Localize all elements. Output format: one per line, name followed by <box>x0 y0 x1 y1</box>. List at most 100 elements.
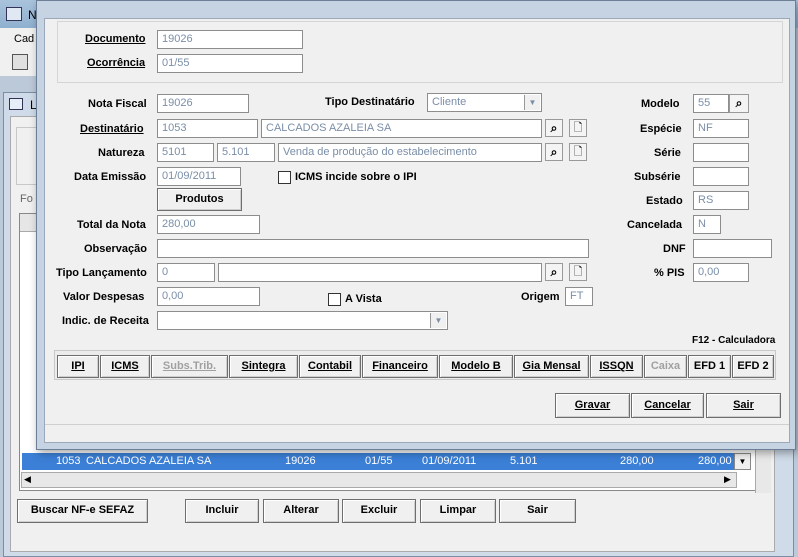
indic-receita-select[interactable]: ▼ <box>157 311 448 330</box>
chevron-down-icon[interactable]: ▼ <box>430 313 446 328</box>
toolbar-icon[interactable] <box>12 54 28 70</box>
tipo-lancamento-new-button[interactable]: 🗋 <box>569 263 587 281</box>
natureza-search-button[interactable]: ⌕ <box>545 143 563 161</box>
grid-selected-row[interactable]: 1053 CALCADOS AZALEIA SA 19026 01/55 01/… <box>22 453 734 470</box>
binoculars-icon: ⌕ <box>735 96 743 110</box>
tipo-destinatario-label: Tipo Destinatário <box>325 96 415 108</box>
scroll-left-icon[interactable]: ◀ <box>24 474 31 485</box>
status-bar <box>45 424 789 442</box>
scroll-right-icon[interactable]: ▶ <box>724 474 731 485</box>
chevron-down-icon: ▼ <box>738 457 747 466</box>
sair-list-button[interactable]: Sair <box>499 499 576 523</box>
tab-modelo-b[interactable]: Modelo B <box>439 355 513 378</box>
total-field[interactable]: 280,00 <box>157 215 260 234</box>
indic-receita-label: Indic. de Receita <box>62 315 149 327</box>
tab-ipi[interactable]: IPI <box>57 355 99 378</box>
tab-financeiro[interactable]: Financeiro <box>362 355 438 378</box>
a-vista-label: A Vista <box>345 293 382 305</box>
natureza-new-button[interactable]: 🗋 <box>569 143 587 161</box>
tab-icms[interactable]: ICMS <box>100 355 150 378</box>
valor-despesas-label: Valor Despesas <box>63 291 145 303</box>
tipo-lancamento-desc-field[interactable] <box>218 263 542 282</box>
destinatario-code-field[interactable]: 1053 <box>157 119 258 138</box>
serie-field[interactable] <box>693 143 749 162</box>
tab-efd-1[interactable]: EFD 1 <box>688 355 731 378</box>
modelo-field[interactable]: 55 <box>693 94 729 113</box>
row-name: CALCADOS AZALEIA SA <box>86 455 212 467</box>
row-date: 01/09/2011 <box>422 455 477 467</box>
cancelar-button[interactable]: Cancelar <box>631 393 704 418</box>
modelo-label: Modelo <box>641 98 680 110</box>
row-value: 280,00 <box>620 455 654 467</box>
natureza-desc-field[interactable]: Venda de produção do estabelecimento <box>278 143 542 162</box>
grid-hscrollbar[interactable]: ◀ ▶ <box>21 472 737 488</box>
side-label: Fo <box>20 193 33 205</box>
tipo-lancamento-label: Tipo Lançamento <box>56 267 147 279</box>
valor-despesas-field[interactable]: 0,00 <box>157 287 260 306</box>
natureza-cfop-field[interactable]: 5.101 <box>217 143 275 162</box>
calculadora-hint: F12 - Calculadora <box>692 335 776 346</box>
tipo-lancamento-search-button[interactable]: ⌕ <box>545 263 563 281</box>
tab-sintegra[interactable]: Sintegra <box>229 355 298 378</box>
icms-incide-checkbox[interactable] <box>278 171 291 184</box>
menu-bar: Cad <box>0 28 40 50</box>
ocorrencia-label: Ocorrência <box>87 57 146 69</box>
tab-efd-2[interactable]: EFD 2 <box>732 355 774 378</box>
incluir-button[interactable]: Incluir <box>185 499 259 523</box>
buscar-nfe-button[interactable]: Buscar NF-e SEFAZ <box>17 499 148 523</box>
tab-subs-trib[interactable]: Subs.Trib. <box>151 355 228 378</box>
tab-issqn[interactable]: ISSQN <box>590 355 643 378</box>
subserie-label: Subsérie <box>634 171 681 183</box>
a-vista-checkbox[interactable] <box>328 293 341 306</box>
new-document-icon: 🗋 <box>573 266 583 278</box>
estado-label: Estado <box>646 195 683 207</box>
data-emissao-field[interactable]: 01/09/2011 <box>157 167 241 186</box>
app-icon <box>6 7 22 21</box>
serie-label: Série <box>654 147 681 159</box>
pis-field[interactable]: 0,00 <box>693 263 749 282</box>
destinatario-search-button[interactable]: ⌕ <box>545 119 563 137</box>
cancelada-field[interactable]: N <box>693 215 721 234</box>
row-total: 280,00 <box>698 455 732 467</box>
tab-gia-mensal[interactable]: Gia Mensal <box>514 355 589 378</box>
menu-cadastro[interactable]: Cad <box>14 33 34 45</box>
origem-field[interactable]: FT <box>565 287 593 306</box>
excluir-button[interactable]: Excluir <box>342 499 416 523</box>
toolbar <box>0 50 40 76</box>
destinatario-new-button[interactable]: 🗋 <box>569 119 587 137</box>
produtos-button[interactable]: Produtos <box>157 188 242 211</box>
observacao-label: Observação <box>84 243 147 255</box>
observacao-field[interactable] <box>157 239 589 258</box>
dnf-field[interactable] <box>693 239 772 258</box>
limpar-button[interactable]: Limpar <box>420 499 496 523</box>
alterar-button[interactable]: Alterar <box>263 499 339 523</box>
chevron-down-icon[interactable]: ▼ <box>524 95 540 110</box>
row-code: 1053 <box>56 455 81 467</box>
destinatario-name-field[interactable]: CALCADOS AZALEIA SA <box>261 119 542 138</box>
tab-caixa[interactable]: Caixa <box>644 355 687 378</box>
pis-label: % PIS <box>654 267 685 279</box>
tipo-destinatario-select[interactable]: Cliente ▼ <box>427 93 542 112</box>
tipo-lancamento-code-field[interactable]: 0 <box>157 263 215 282</box>
estado-field[interactable]: RS <box>693 191 749 210</box>
especie-field[interactable]: NF <box>693 119 749 138</box>
grid-row-dropdown[interactable]: ▼ <box>734 453 751 470</box>
dnf-label: DNF <box>663 243 686 255</box>
modelo-search-button[interactable]: ⌕ <box>729 94 749 113</box>
documento-field[interactable]: 19026 <box>157 30 303 49</box>
sair-button[interactable]: Sair <box>706 393 781 418</box>
binoculars-icon: ⌕ <box>550 121 558 135</box>
icms-incide-label: ICMS incide sobre o IPI <box>295 171 417 183</box>
gravar-button[interactable]: Gravar <box>555 393 630 418</box>
tipo-destinatario-value: Cliente <box>432 96 467 108</box>
destinatario-label: Destinatário <box>80 123 144 135</box>
subserie-field[interactable] <box>693 167 749 186</box>
documento-label: Documento <box>85 33 146 45</box>
tab-contabil[interactable]: Contabil <box>299 355 361 378</box>
natureza-code-field[interactable]: 5101 <box>157 143 214 162</box>
especie-label: Espécie <box>640 123 682 135</box>
nota-fiscal-field[interactable]: 19026 <box>157 94 249 113</box>
row-cfop: 5.101 <box>510 455 538 467</box>
origem-label: Origem <box>521 291 560 303</box>
ocorrencia-field[interactable]: 01/55 <box>157 54 303 73</box>
